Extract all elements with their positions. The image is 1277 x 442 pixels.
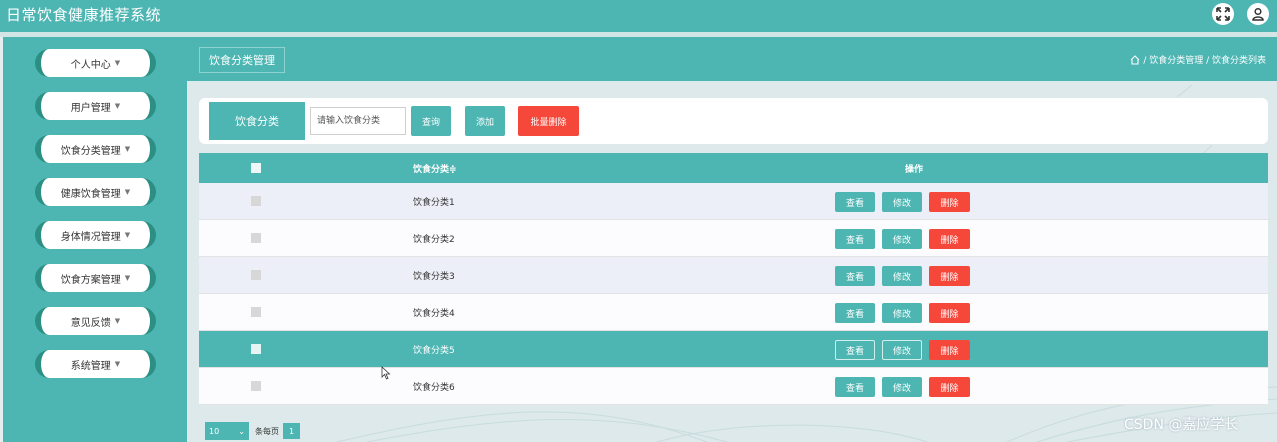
sidebar-item-user-management[interactable]: 用户管理 ▼ bbox=[35, 92, 156, 120]
delete-button[interactable]: 删除 bbox=[929, 340, 970, 360]
breadcrumb-text: / 饮食分类管理 / 饮食分类列表 bbox=[1143, 56, 1266, 66]
category-name: 饮食分类4 bbox=[413, 308, 455, 319]
chevron-down-icon: ⌄ bbox=[238, 426, 245, 436]
sidebar: 个人中心 ▼ 用户管理 ▼ 饮食分类管理 ▼ 健康饮食管理 ▼ 身体情况管理 ▼ 饮食方案… bbox=[3, 37, 187, 442]
edit-button[interactable]: 修改 bbox=[882, 266, 922, 286]
page-title: 饮食分类管理 bbox=[199, 47, 285, 73]
chevron-down-icon: ▼ bbox=[114, 59, 121, 67]
add-button[interactable]: 添加 bbox=[465, 106, 505, 136]
chevron-down-icon: ▼ bbox=[114, 360, 121, 368]
watermark: CSDN @嘉应学长 bbox=[1124, 417, 1239, 433]
view-button[interactable]: 查看 bbox=[835, 377, 875, 397]
sidebar-item-healthy-diet-management[interactable]: 健康饮食管理 ▼ bbox=[35, 178, 156, 206]
sidebar-item-label: 意见反馈 bbox=[70, 317, 111, 329]
delete-button[interactable]: 删除 bbox=[929, 303, 970, 323]
table-header: 饮食分类≑ 操作 bbox=[199, 153, 1268, 183]
chevron-down-icon: ▼ bbox=[124, 231, 131, 239]
delete-button[interactable]: 删除 bbox=[929, 229, 970, 249]
table-row: 饮食分类6 查看 修改 删除 bbox=[199, 368, 1268, 405]
page-header: 饮食分类管理 / 饮食分类管理 / 饮食分类列表 bbox=[187, 37, 1277, 81]
chevron-down-icon: ▼ bbox=[124, 274, 131, 282]
app-title: 日常饮食健康推荐系统 bbox=[6, 6, 162, 24]
table-row: 饮食分类1 查看 修改 删除 bbox=[199, 183, 1268, 220]
sidebar-item-label: 健康饮食管理 bbox=[60, 188, 121, 200]
edit-button[interactable]: 修改 bbox=[882, 229, 922, 249]
sidebar-item-personal-center[interactable]: 个人中心 ▼ bbox=[35, 49, 156, 77]
row-checkbox[interactable] bbox=[251, 196, 261, 206]
table-row: 饮食分类3 查看 修改 删除 bbox=[199, 257, 1268, 294]
table-row: 饮食分类2 查看 修改 删除 bbox=[199, 220, 1268, 257]
pagination: 10 ⌄ 条每页 1 bbox=[205, 422, 300, 440]
batch-delete-button[interactable]: 批量删除 bbox=[518, 106, 579, 136]
column-header-actions: 操作 bbox=[905, 164, 924, 175]
sidebar-item-body-condition-management[interactable]: 身体情况管理 ▼ bbox=[35, 221, 156, 249]
edit-button[interactable]: 修改 bbox=[882, 192, 922, 212]
chevron-down-icon: ▼ bbox=[124, 145, 131, 153]
select-all-checkbox[interactable] bbox=[251, 163, 261, 173]
view-button[interactable]: 查看 bbox=[835, 229, 875, 249]
edit-button[interactable]: 修改 bbox=[882, 340, 922, 360]
category-name: 饮食分类1 bbox=[413, 197, 455, 208]
delete-button[interactable]: 删除 bbox=[929, 266, 970, 286]
row-checkbox[interactable] bbox=[251, 233, 261, 243]
chevron-down-icon: ▼ bbox=[114, 317, 121, 325]
view-button[interactable]: 查看 bbox=[835, 192, 875, 212]
table-row-selected: 饮食分类5 查看 修改 删除 bbox=[199, 331, 1268, 368]
view-button[interactable]: 查看 bbox=[835, 303, 875, 323]
main-content: 饮食分类管理 / 饮食分类管理 / 饮食分类列表 饮食分类 查询 添加 批量删除… bbox=[187, 37, 1277, 442]
row-checkbox[interactable] bbox=[251, 270, 261, 280]
top-bar: 日常饮食健康推荐系统 bbox=[0, 0, 1277, 32]
chevron-down-icon: ▼ bbox=[124, 188, 131, 196]
sidebar-item-diet-category-management[interactable]: 饮食分类管理 ▼ bbox=[35, 135, 156, 163]
user-icon[interactable] bbox=[1247, 3, 1269, 25]
sidebar-item-label: 用户管理 bbox=[70, 102, 111, 114]
delete-button[interactable]: 删除 bbox=[929, 377, 970, 397]
page-size-value: 10 bbox=[209, 426, 220, 436]
table-row: 饮食分类4 查看 修改 删除 bbox=[199, 294, 1268, 331]
sidebar-item-label: 个人中心 bbox=[70, 59, 111, 71]
view-button[interactable]: 查看 bbox=[835, 266, 875, 286]
per-page-label: 条每页 bbox=[255, 426, 279, 436]
search-label: 饮食分类 bbox=[209, 102, 305, 140]
category-name: 饮食分类5 bbox=[413, 345, 455, 356]
breadcrumb: / 饮食分类管理 / 饮食分类列表 bbox=[1130, 53, 1266, 66]
delete-button[interactable]: 删除 bbox=[929, 192, 970, 212]
row-checkbox[interactable] bbox=[251, 344, 261, 354]
category-name: 饮食分类6 bbox=[413, 382, 455, 393]
sidebar-item-label: 身体情况管理 bbox=[60, 231, 121, 243]
page-number-button[interactable]: 1 bbox=[283, 423, 300, 439]
row-checkbox[interactable] bbox=[251, 381, 261, 391]
edit-button[interactable]: 修改 bbox=[882, 377, 922, 397]
sidebar-item-label: 饮食分类管理 bbox=[60, 145, 121, 157]
sidebar-item-system-management[interactable]: 系统管理 ▼ bbox=[35, 350, 156, 378]
query-button[interactable]: 查询 bbox=[411, 106, 451, 136]
sidebar-item-label: 饮食方案管理 bbox=[60, 274, 121, 286]
home-icon[interactable] bbox=[1130, 54, 1140, 65]
fullscreen-icon[interactable] bbox=[1212, 3, 1234, 25]
mouse-cursor-icon bbox=[381, 366, 391, 380]
sidebar-item-feedback[interactable]: 意见反馈 ▼ bbox=[35, 307, 156, 335]
chevron-down-icon: ▼ bbox=[114, 102, 121, 110]
view-button[interactable]: 查看 bbox=[835, 340, 875, 360]
category-name: 饮食分类3 bbox=[413, 271, 455, 282]
sidebar-item-label: 系统管理 bbox=[70, 360, 111, 372]
search-input[interactable] bbox=[310, 107, 406, 135]
edit-button[interactable]: 修改 bbox=[882, 303, 922, 323]
sidebar-item-diet-plan-management[interactable]: 饮食方案管理 ▼ bbox=[35, 264, 156, 292]
category-name: 饮食分类2 bbox=[413, 234, 455, 245]
data-table: 饮食分类≑ 操作 饮食分类1 查看 修改 删除 饮食分类2 查看 修改 删除 饮… bbox=[199, 153, 1268, 405]
column-header-category[interactable]: 饮食分类≑ bbox=[413, 153, 457, 183]
page-size-select[interactable]: 10 ⌄ bbox=[205, 422, 249, 440]
row-checkbox[interactable] bbox=[251, 307, 261, 317]
search-panel: 饮食分类 查询 添加 批量删除 bbox=[199, 98, 1268, 144]
